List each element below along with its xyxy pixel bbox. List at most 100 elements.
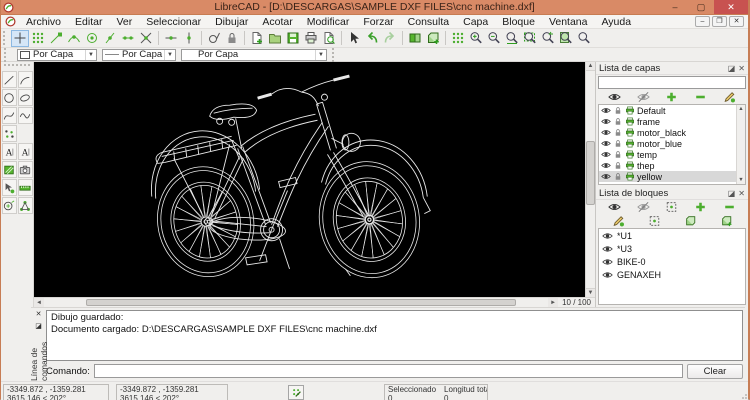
tool-line-button[interactable] xyxy=(2,71,17,88)
resize-grip[interactable] xyxy=(739,394,747,400)
zoom-redraw-button[interactable] xyxy=(449,30,467,47)
menu-ver[interactable]: Ver xyxy=(109,16,139,28)
undock-icon[interactable]: ◪ xyxy=(728,189,736,198)
zoom-pan-button[interactable] xyxy=(575,30,593,47)
block-row[interactable]: GENAXEH xyxy=(599,268,745,281)
pen-linetype-select[interactable]: Por Capa ▼ xyxy=(181,49,327,61)
snap-endpoint-button[interactable] xyxy=(47,30,65,47)
create-block-button[interactable] xyxy=(424,30,442,47)
tool-dimension-button[interactable] xyxy=(18,179,33,196)
close-panel-icon[interactable]: ✕ xyxy=(738,64,745,73)
eye-icon[interactable] xyxy=(601,128,611,137)
snap-intersection-button[interactable] xyxy=(137,30,155,47)
open-file-button[interactable] xyxy=(266,30,284,47)
layer-row[interactable]: frame xyxy=(599,116,745,127)
menu-ayuda[interactable]: Ayuda xyxy=(594,16,638,28)
eye-icon[interactable] xyxy=(602,270,613,280)
snap-center-button[interactable] xyxy=(83,30,101,47)
hide-all-blocks-icon[interactable] xyxy=(637,201,650,213)
printer-icon[interactable] xyxy=(625,128,635,137)
close-button[interactable]: ✕ xyxy=(714,0,748,14)
block-row[interactable]: *U1 xyxy=(599,229,745,242)
relative-zero-button[interactable] xyxy=(205,30,223,47)
eye-icon[interactable] xyxy=(601,117,611,126)
redo-button[interactable] xyxy=(381,30,399,47)
menu-capa[interactable]: Capa xyxy=(456,16,495,28)
pen-color-select[interactable]: Por Capa ▼ xyxy=(17,49,97,61)
undock-icon[interactable]: ◪ xyxy=(728,64,736,73)
lock-icon[interactable] xyxy=(613,128,623,137)
draw-order-button[interactable] xyxy=(406,30,424,47)
block-row[interactable]: *U3 xyxy=(599,242,745,255)
tool-text-button[interactable] xyxy=(2,143,17,160)
scroll-down-icon[interactable]: ▼ xyxy=(737,176,745,184)
scroll-up-icon[interactable]: ▲ xyxy=(586,62,595,71)
menu-dibujar[interactable]: Dibujar xyxy=(208,16,255,28)
toolbar-handle[interactable] xyxy=(4,48,9,62)
snap-middle-button[interactable] xyxy=(101,30,119,47)
scroll-down-icon[interactable]: ▼ xyxy=(586,288,595,297)
tool-polyline-button[interactable] xyxy=(18,107,33,124)
canvas-horizontal-scrollbar[interactable]: ◄ ► 10 / 100 xyxy=(34,297,595,307)
lock-icon[interactable] xyxy=(613,106,623,115)
snap-free-button[interactable] xyxy=(11,30,29,47)
layer-list-scrollbar[interactable]: ▲▼ xyxy=(736,105,745,184)
save-file-button[interactable] xyxy=(284,30,302,47)
undock-icon[interactable]: ◪ xyxy=(33,321,44,332)
lock-icon[interactable] xyxy=(613,150,623,159)
drawing-canvas[interactable] xyxy=(34,62,585,297)
layer-filter-input[interactable] xyxy=(598,76,746,89)
eye-icon[interactable] xyxy=(601,172,611,181)
print-button[interactable] xyxy=(302,30,320,47)
tool-ellipse-button[interactable] xyxy=(18,89,33,106)
tool-block-button[interactable] xyxy=(18,197,33,214)
lock-icon[interactable] xyxy=(613,172,623,181)
canvas-vertical-scrollbar[interactable]: ▲ ▼ xyxy=(585,62,595,297)
horizontal-scroll-thumb[interactable] xyxy=(86,299,516,306)
tool-arc-button[interactable] xyxy=(18,71,33,88)
menu-forzar[interactable]: Forzar xyxy=(356,16,400,28)
layer-row[interactable]: motor_black xyxy=(599,127,745,138)
scroll-right-icon[interactable]: ► xyxy=(548,298,558,307)
menu-archivo[interactable]: Archivo xyxy=(19,16,68,28)
tool-hatch-button[interactable] xyxy=(2,161,17,178)
scroll-left-icon[interactable]: ◄ xyxy=(34,298,44,307)
undo-button[interactable] xyxy=(363,30,381,47)
toolbar-handle[interactable] xyxy=(3,31,8,45)
printer-icon[interactable] xyxy=(625,117,635,126)
lock-icon[interactable] xyxy=(613,139,623,148)
eye-icon[interactable] xyxy=(602,244,613,254)
minimize-button[interactable]: – xyxy=(662,0,688,14)
block-row[interactable]: BIKE-0 xyxy=(599,255,745,268)
tool-point-button[interactable] xyxy=(2,125,17,142)
dock-handle[interactable] xyxy=(4,64,30,69)
mdi-restore-button[interactable]: ❐ xyxy=(712,16,727,27)
printer-icon[interactable] xyxy=(625,139,635,148)
printer-icon[interactable] xyxy=(625,106,635,115)
defreeze-all-layers-icon[interactable] xyxy=(608,91,621,103)
menu-acotar[interactable]: Acotar xyxy=(255,16,299,28)
mdi-close-button[interactable]: ✕ xyxy=(729,16,744,27)
printer-icon[interactable] xyxy=(625,150,635,159)
eye-icon[interactable] xyxy=(601,106,611,115)
eye-icon[interactable] xyxy=(601,139,611,148)
tool-circle-button[interactable] xyxy=(2,89,17,106)
lock-relative-zero-button[interactable] xyxy=(223,30,241,47)
printer-icon[interactable] xyxy=(625,172,635,181)
freeze-all-layers-icon[interactable] xyxy=(637,91,650,103)
zoom-out-button[interactable] xyxy=(485,30,503,47)
maximize-button[interactable]: ▢ xyxy=(688,0,714,14)
lock-icon[interactable] xyxy=(613,117,623,126)
snap-entity-button[interactable] xyxy=(65,30,83,47)
add-block-icon[interactable] xyxy=(694,201,707,213)
layer-row[interactable]: temp xyxy=(599,149,745,160)
eye-icon[interactable] xyxy=(601,161,611,170)
toggle-block-view-icon[interactable] xyxy=(665,201,678,213)
menu-editar[interactable]: Editar xyxy=(68,16,109,28)
zoom-window-button[interactable] xyxy=(521,30,539,47)
tool-modify-button[interactable] xyxy=(2,179,17,196)
menu-consulta[interactable]: Consulta xyxy=(401,16,456,28)
add-layer-icon[interactable] xyxy=(665,91,678,103)
snap-grid-button[interactable] xyxy=(29,30,47,47)
save-block-icon[interactable] xyxy=(684,215,697,227)
